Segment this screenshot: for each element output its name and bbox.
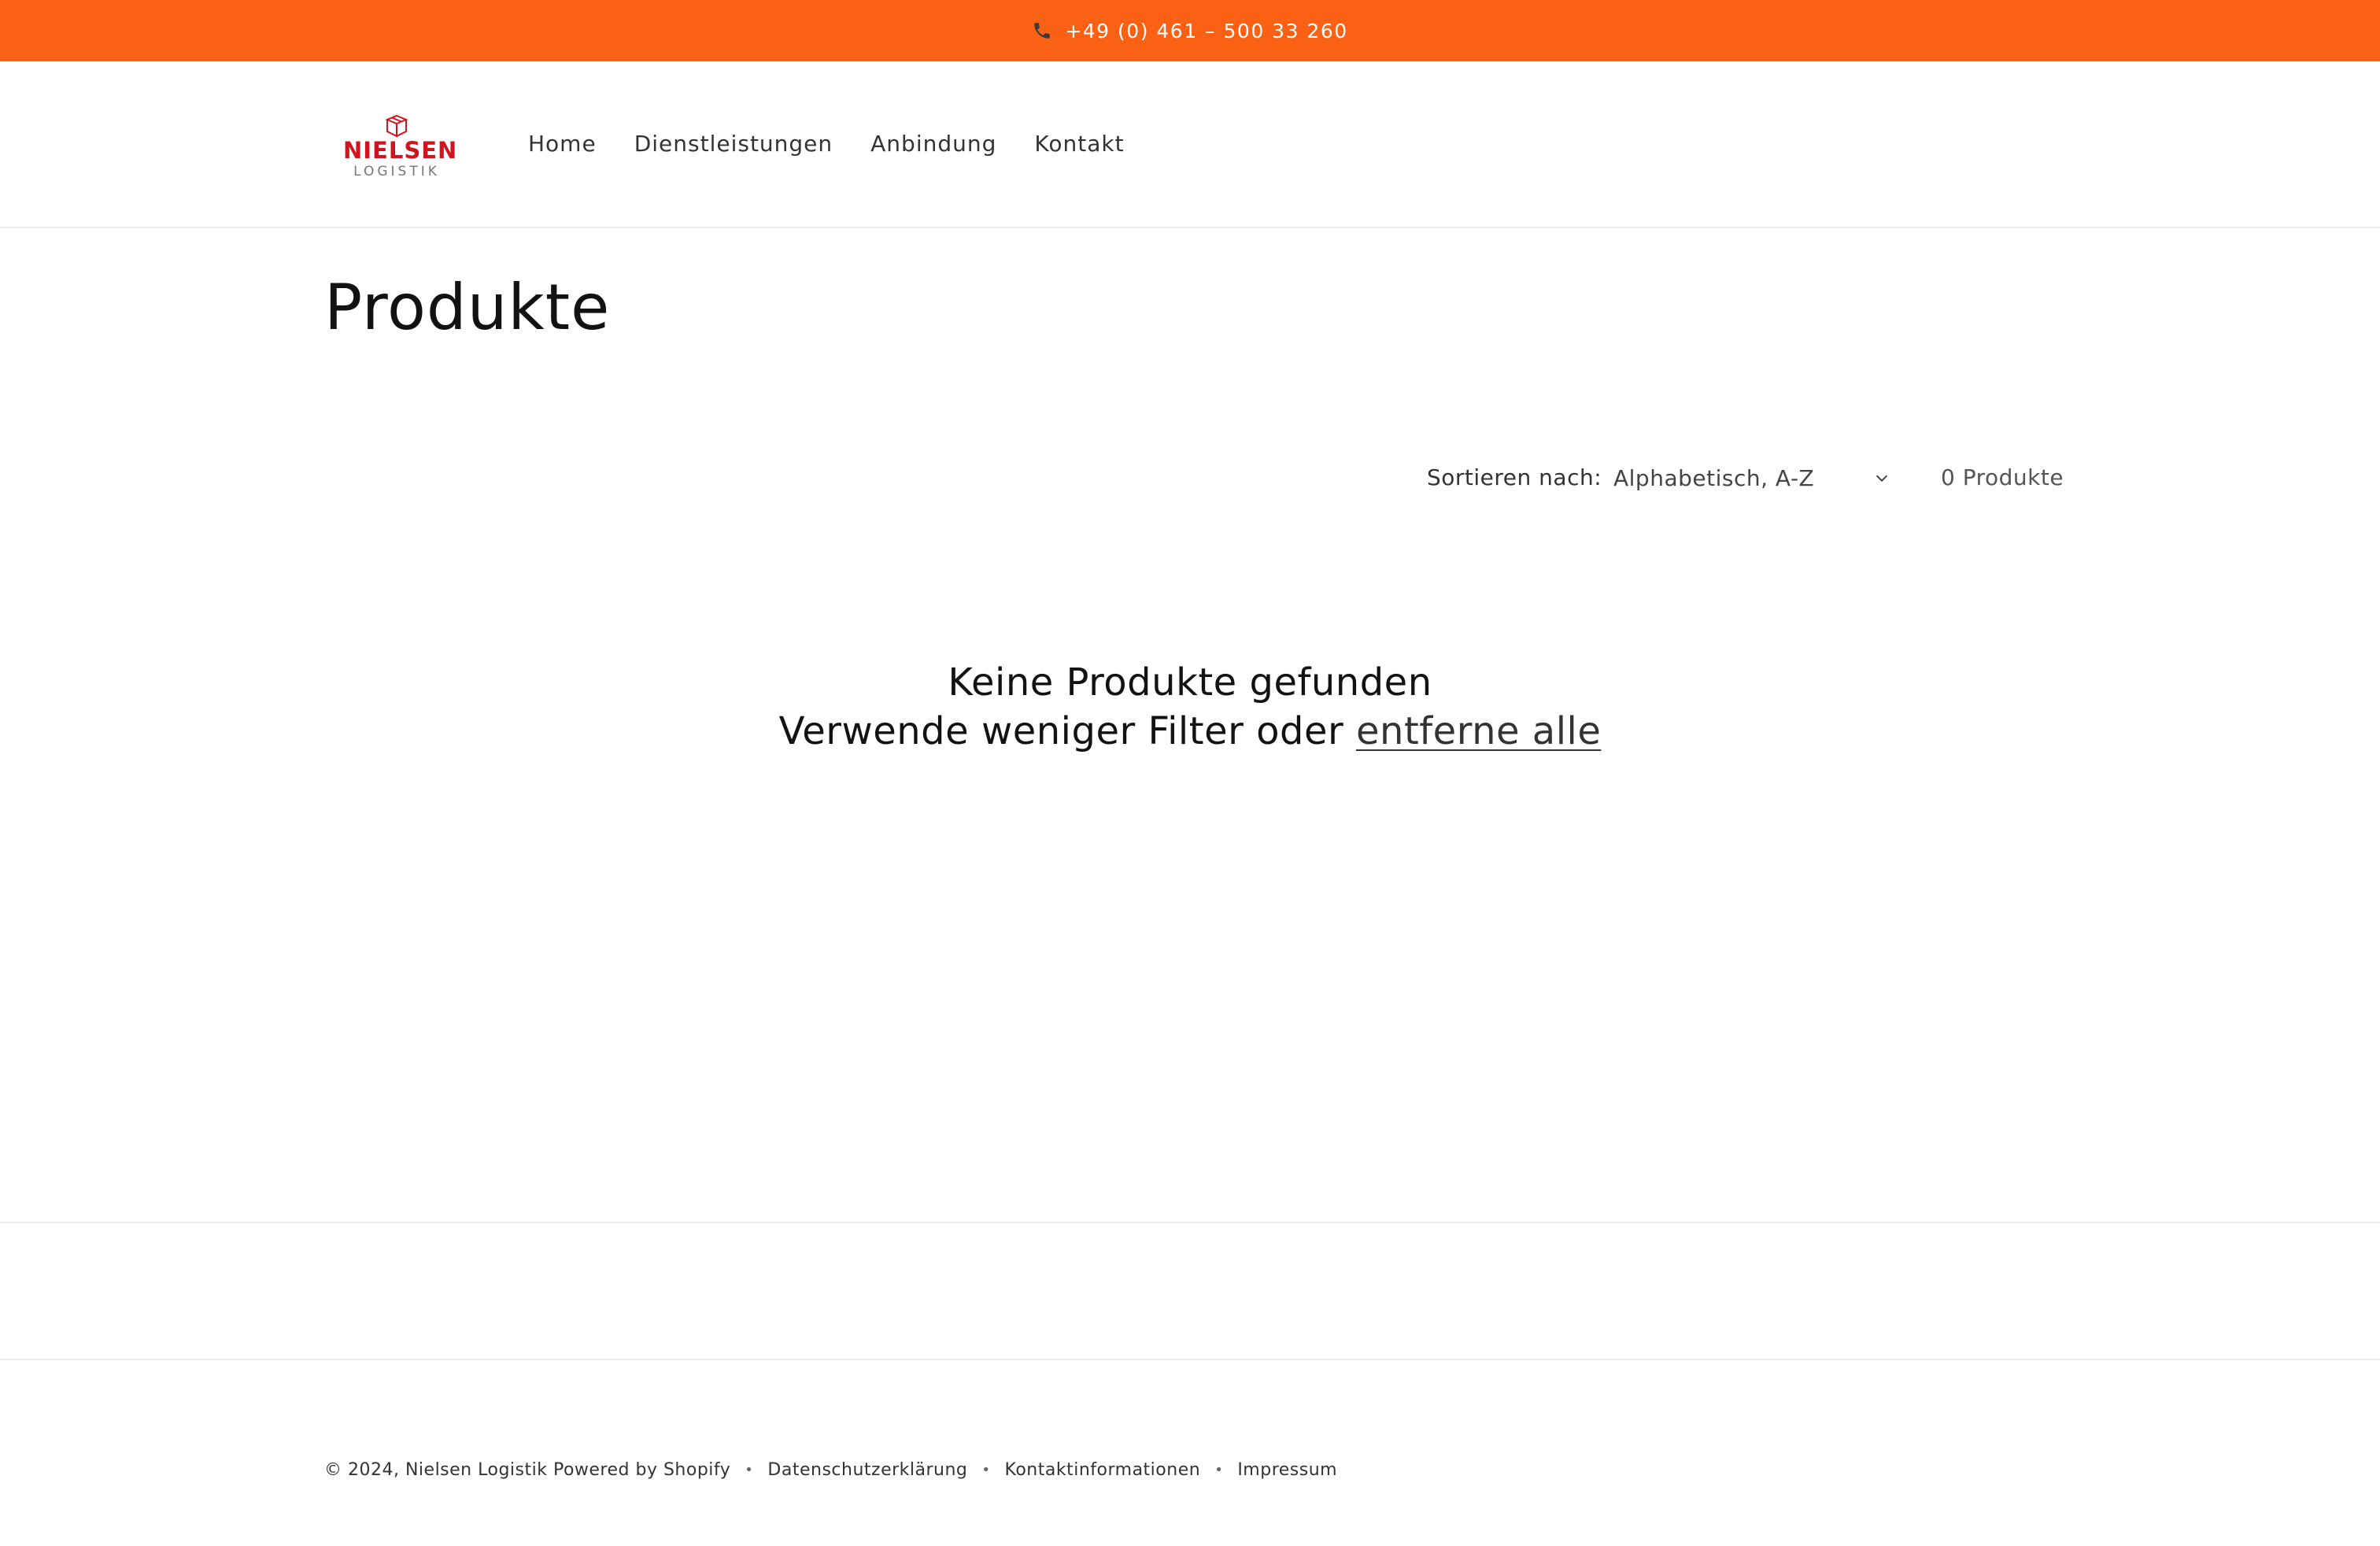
main-nav: Home Dienstleistungen Anbindung Kontakt [528,131,1162,157]
empty-state: Keine Produkte gefunden Verwende weniger… [0,658,2380,756]
footer-copyright: © 2024, Nielsen Logistik Powered by Shop… [324,1460,731,1480]
page-title: Produkte [324,271,611,344]
phone-icon [1034,23,1051,39]
remove-all-link[interactable]: entferne alle [1356,709,1601,753]
site-header: NIELSEN LOGISTIK Home Dienstleistungen A… [0,61,2380,228]
sort-label: Sortieren nach: [1427,464,1602,490]
empty-hint-line: Verwende weniger Filter oder entferne al… [0,707,2380,756]
announcement-phone[interactable]: +49 (0) 461 – 500 33 260 [1065,20,1347,43]
logo[interactable]: NIELSEN LOGISTIK [343,113,458,181]
empty-title: Keine Produkte gefunden [948,660,1432,705]
nav-item-dienstleistungen[interactable]: Dienstleistungen [634,131,833,157]
footer-separator: • [1214,1462,1224,1478]
nav-item-kontakt[interactable]: Kontakt [1034,131,1124,157]
footer-link-datenschutz[interactable]: Datenschutzerklärung [767,1460,967,1480]
product-count: 0 Produkte [1941,464,2064,490]
footer-link-impressum[interactable]: Impressum [1237,1460,1337,1480]
nav-item-home[interactable]: Home [528,131,597,157]
logo-subtitle: LOGISTIK [353,164,440,179]
logo-brand: NIELSEN [343,137,458,164]
footer-separator: • [745,1462,754,1478]
footer-divider-top [0,1222,2380,1223]
box-logo-icon [385,114,408,138]
site-footer: © 2024, Nielsen Logistik Powered by Shop… [324,1460,1337,1480]
footer-separator: • [981,1462,991,1478]
chevron-down-icon [1876,475,1888,482]
sort-select[interactable]: Alphabetisch, A-Z [1613,461,1890,494]
footer-divider-bottom [0,1359,2380,1360]
nav-item-anbindung[interactable]: Anbindung [870,131,996,157]
sort-select-value: Alphabetisch, A-Z [1613,464,1815,491]
footer-link-kontaktinformationen[interactable]: Kontaktinformationen [1005,1460,1201,1480]
announcement-bar: +49 (0) 461 – 500 33 260 [0,0,2380,61]
empty-hint: Verwende weniger Filter oder [778,709,1344,753]
